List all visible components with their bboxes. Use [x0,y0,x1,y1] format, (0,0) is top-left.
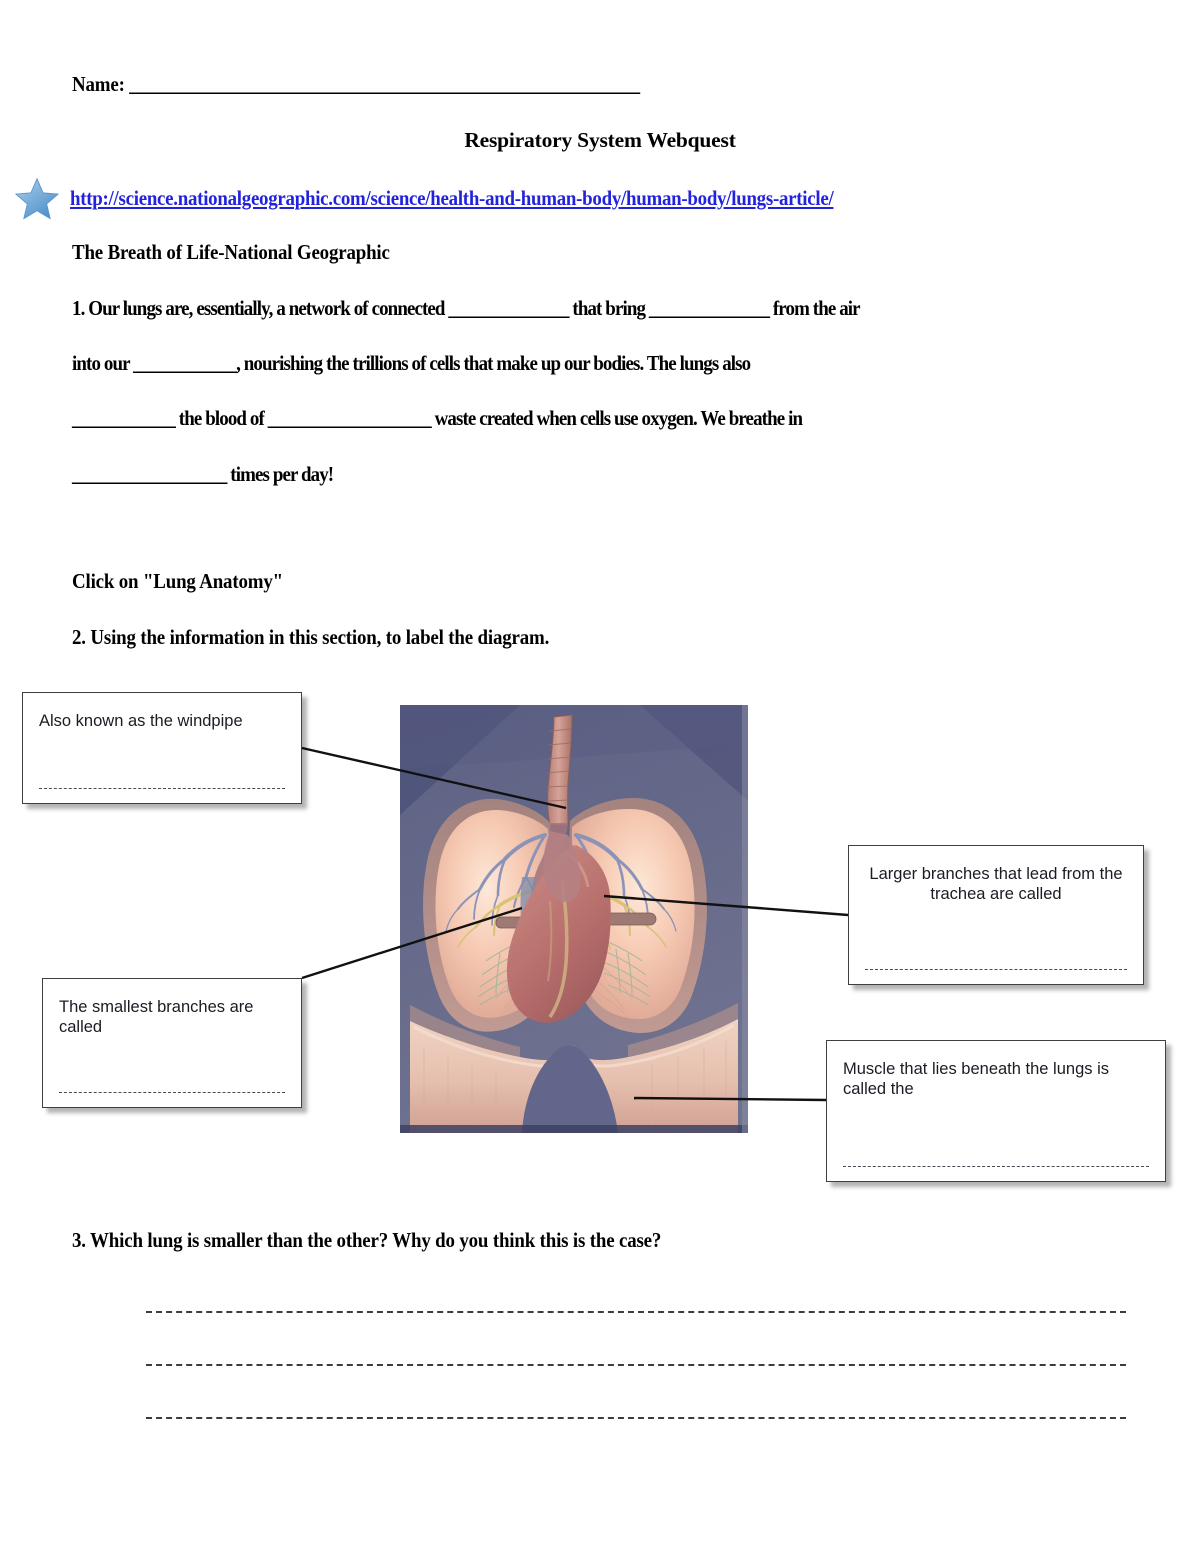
callout-bronchi-answer-line[interactable] [865,969,1127,970]
callout-alveoli[interactable]: The smallest branches are called [42,978,302,1108]
question-1-line-1[interactable]: 1. Our lungs are, essentially, a network… [72,297,861,320]
star-icon [14,177,60,220]
lung-anatomy-image [400,705,748,1133]
question-1-line-4[interactable]: __________________ times per day! [72,463,334,486]
source-link-row: http://science.nationalgeographic.com/sc… [14,176,918,220]
question-1-line-2[interactable]: into our ____________, nourishing the tr… [72,352,751,375]
question-2-instruction: 2. Using the information in this section… [72,625,550,649]
page-title: Respiratory System Webquest [464,128,736,152]
callout-diaphragm[interactable]: Muscle that lies beneath the lungs is ca… [826,1040,1166,1182]
name-field-line[interactable]: Name: __________________________________… [72,73,640,96]
callout-alveoli-text: The smallest branches are called [59,998,254,1037]
lung-diagram-section: Also known as the windpipe Larger branch… [0,680,1200,1200]
worksheet-page: Name: __________________________________… [0,0,1200,1553]
answer-line-2[interactable] [146,1364,1126,1366]
question-1-line-3[interactable]: ____________ the blood of ______________… [72,407,803,430]
lung-anatomy-heading: Click on "Lung Anatomy" [72,569,283,593]
question-3-text: 3. Which lung is smaller than the other?… [72,1228,662,1252]
callout-alveoli-answer-line[interactable] [59,1092,285,1093]
callout-diaphragm-answer-line[interactable] [843,1166,1149,1167]
source-url-link[interactable]: http://science.nationalgeographic.com/sc… [70,186,834,211]
article-heading: The Breath of Life-National Geographic [72,240,390,264]
callout-trachea-answer-line[interactable] [39,788,285,789]
callout-bronchi[interactable]: Larger branches that lead from the trach… [848,845,1144,985]
callout-trachea[interactable]: Also known as the windpipe [22,692,302,804]
answer-line-3[interactable] [146,1417,1126,1419]
answer-line-1[interactable] [146,1311,1126,1313]
callout-diaphragm-text: Muscle that lies beneath the lungs is ca… [843,1060,1109,1099]
callout-bronchi-text: Larger branches that lead from the trach… [869,865,1123,904]
callout-trachea-text: Also known as the windpipe [39,712,243,730]
